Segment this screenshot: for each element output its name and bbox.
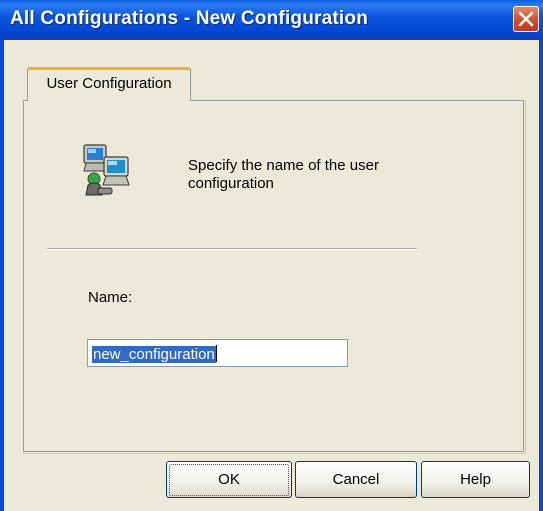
- name-label: Name:: [88, 289, 133, 306]
- tab-user-configuration[interactable]: User Configuration: [27, 67, 191, 101]
- text-caret: [215, 345, 217, 362]
- window-title: All Configurations - New Configuration: [10, 8, 369, 29]
- close-button[interactable]: [513, 6, 539, 32]
- separator: [47, 248, 417, 250]
- name-input[interactable]: new_configuration: [87, 339, 348, 367]
- cancel-button[interactable]: Cancel: [295, 461, 417, 498]
- ok-button-label: OK: [169, 464, 289, 496]
- network-computers-icon: [80, 141, 140, 201]
- ok-button[interactable]: OK: [166, 461, 292, 498]
- name-input-value: new_configuration: [92, 346, 216, 363]
- window-frame-right: [539, 40, 543, 511]
- window-frame-left: [0, 40, 4, 511]
- help-button[interactable]: Help: [421, 461, 530, 498]
- description-text: Specify the name of the user configurati…: [188, 157, 379, 192]
- close-icon: [518, 11, 534, 27]
- title-bar[interactable]: All Configurations - New Configuration: [0, 0, 543, 40]
